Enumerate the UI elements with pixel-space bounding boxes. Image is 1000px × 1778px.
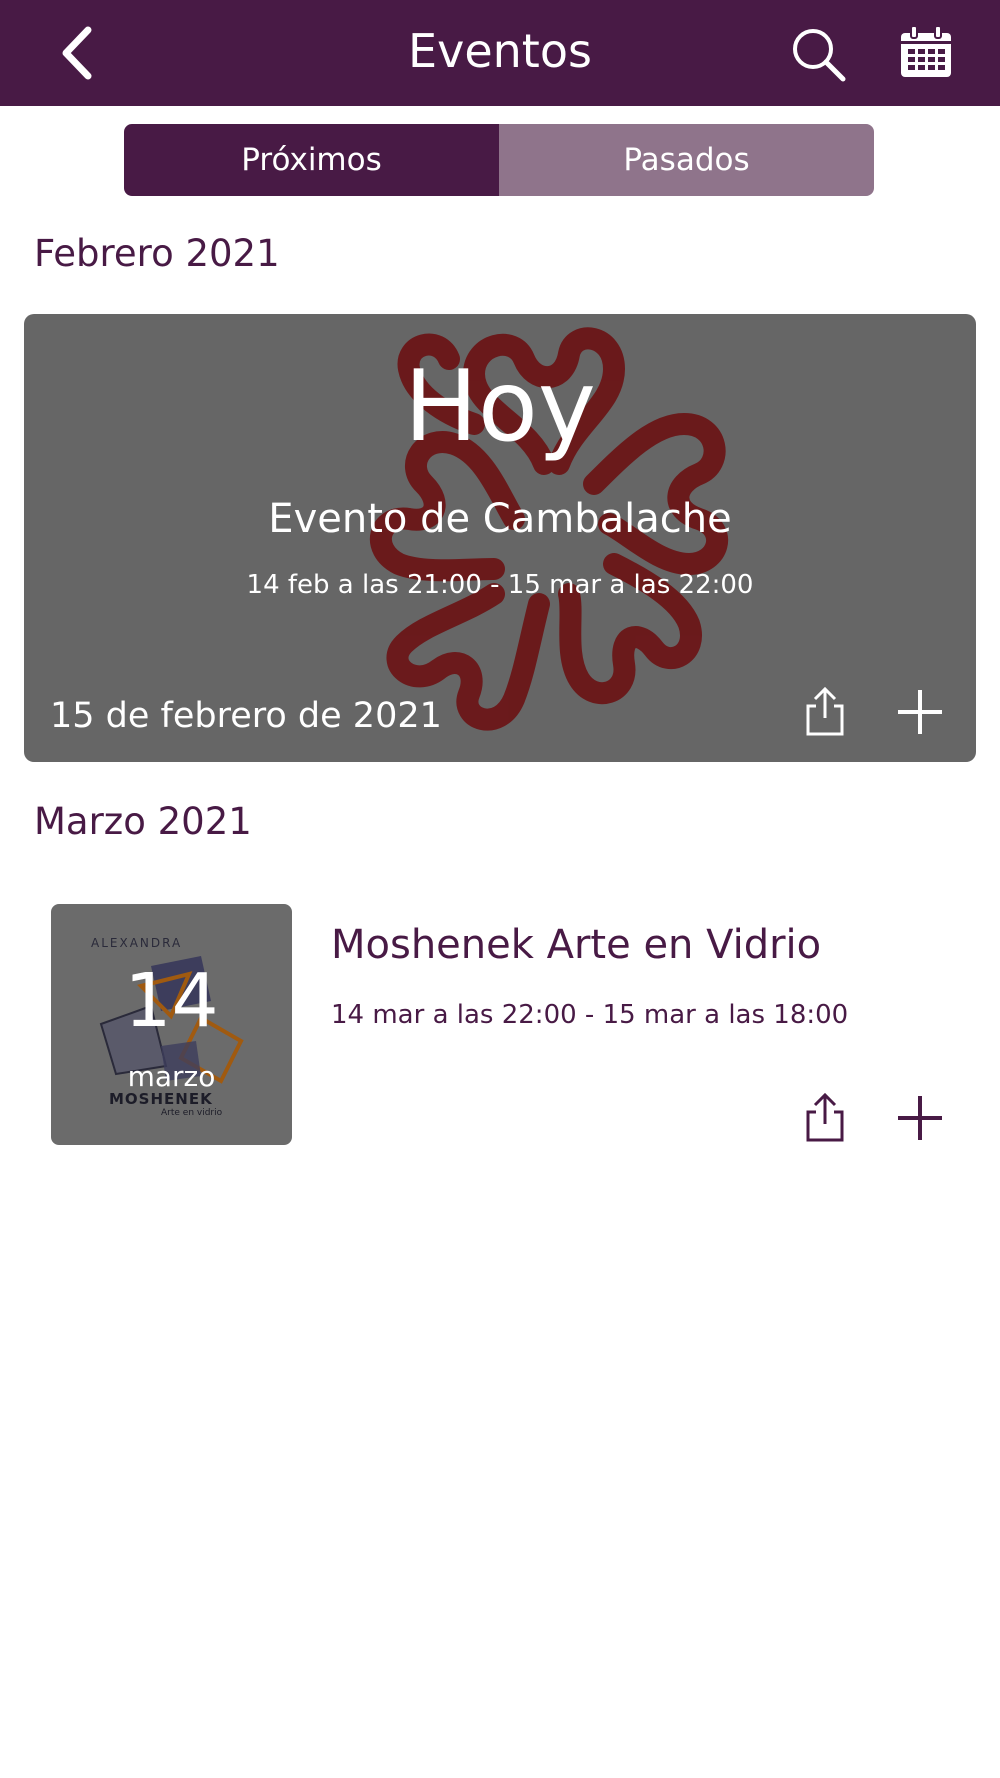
calendar-icon[interactable] <box>898 24 954 80</box>
event-month: marzo <box>127 1060 216 1093</box>
logo-brand-text: MOSHENEK <box>109 1090 213 1108</box>
event-time: 14 mar a las 22:00 - 15 mar a las 18:00 <box>331 1000 849 1030</box>
share-icon[interactable] <box>802 1092 848 1144</box>
search-icon[interactable] <box>788 24 848 84</box>
add-icon[interactable] <box>896 688 944 736</box>
section-header-month: Marzo 2021 <box>34 800 252 843</box>
segmented-control: Próximos Pasados <box>124 124 874 196</box>
share-icon[interactable] <box>802 686 848 738</box>
event-time: 14 feb a las 21:00 - 15 mar a las 22:00 <box>246 570 754 600</box>
event-thumbnail[interactable]: ALEXANDRA 14 marzo MOSHENEK Arte en vidr… <box>51 904 292 1145</box>
section-header-month: Febrero 2021 <box>34 232 280 275</box>
logo-name-text: ALEXANDRA <box>91 936 183 950</box>
add-icon[interactable] <box>896 1094 944 1142</box>
featured-event-card[interactable]: Hoy Evento de Cambalache 14 feb a las 21… <box>24 314 976 762</box>
top-bar: Eventos <box>0 0 1000 106</box>
today-badge: Hoy <box>404 350 596 464</box>
event-title: Evento de Cambalache <box>268 496 732 542</box>
page-title: Eventos <box>408 24 592 78</box>
tab-proximos[interactable]: Próximos <box>124 124 499 196</box>
event-date: 15 de febrero de 2021 <box>50 696 442 736</box>
tab-pasados[interactable]: Pasados <box>499 124 874 196</box>
event-day: 14 <box>124 958 219 1044</box>
event-title[interactable]: Moshenek Arte en Vidrio <box>331 922 821 968</box>
logo-sub-text: Arte en vidrio <box>161 1108 223 1118</box>
